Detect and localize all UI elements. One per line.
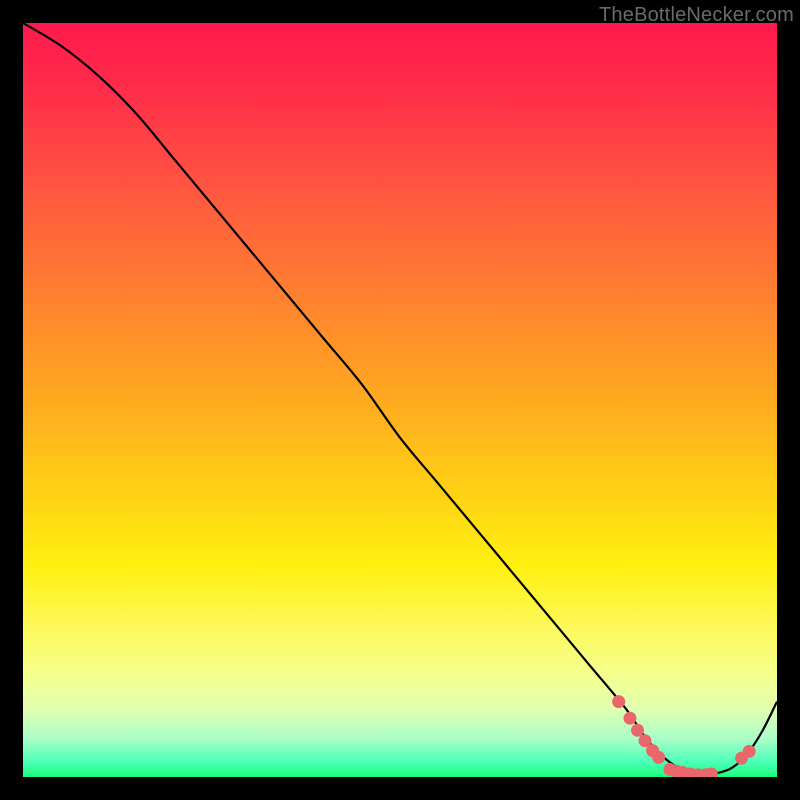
data-marker — [743, 745, 756, 758]
data-marker — [652, 751, 665, 764]
data-markers — [612, 695, 755, 777]
data-marker — [631, 724, 644, 737]
bottleneck-curve — [23, 23, 777, 775]
plot-area — [23, 23, 777, 777]
curve-layer — [23, 23, 777, 777]
data-marker — [623, 712, 636, 725]
chart-frame: TheBottleNecker.com — [0, 0, 800, 800]
data-marker — [612, 695, 625, 708]
watermark-text: TheBottleNecker.com — [599, 4, 794, 27]
